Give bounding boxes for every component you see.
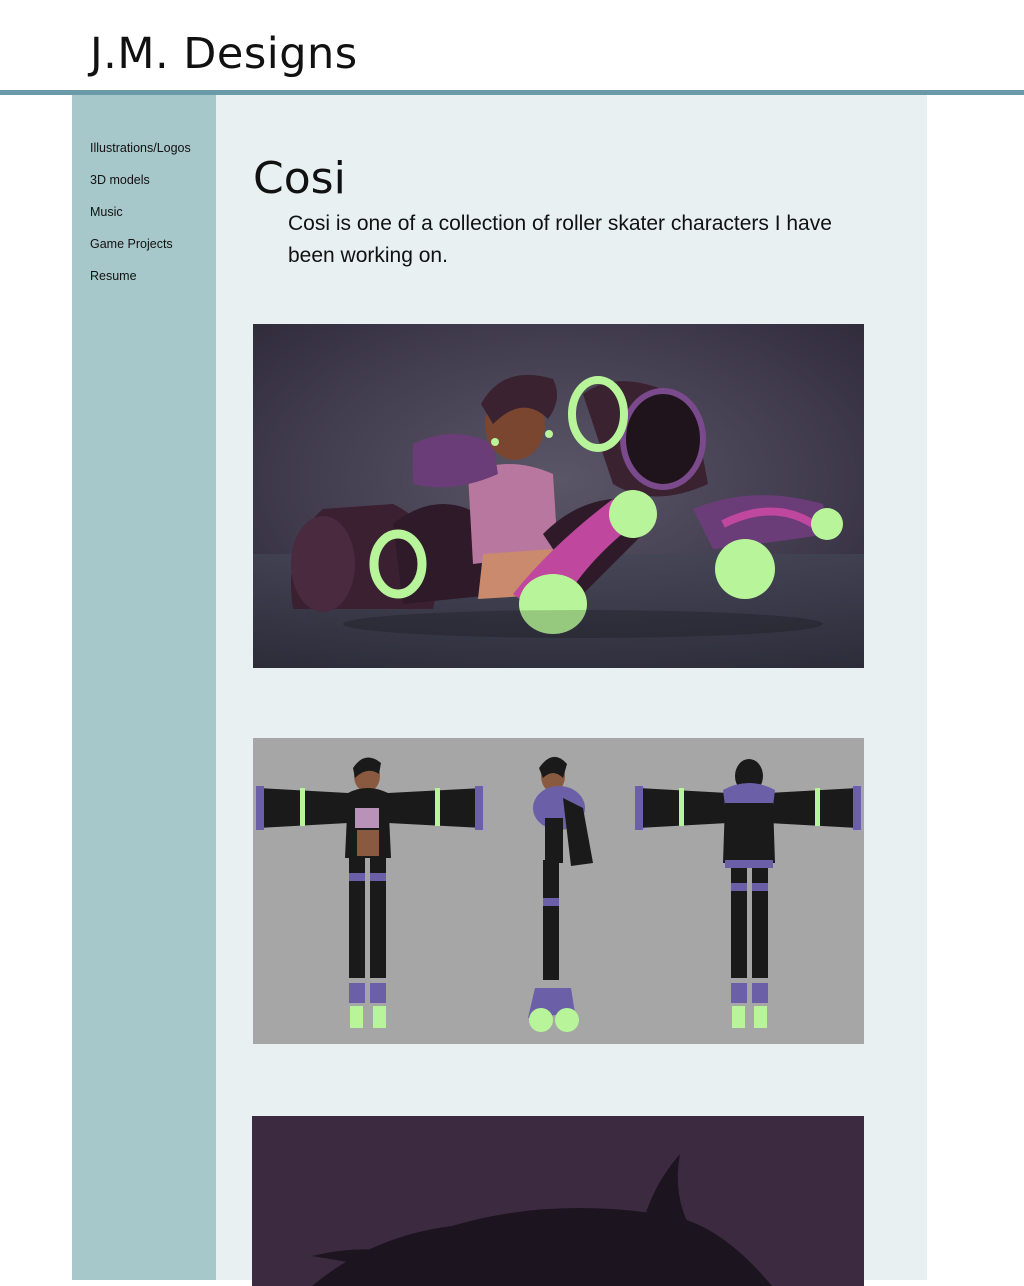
site-title[interactable]: J.M. Designs [90,28,358,80]
sidebar-nav: Illustrations/Logos 3D models Music Game… [90,139,191,299]
sidebar: Illustrations/Logos 3D models Music Game… [72,95,216,1280]
sidebar-item-3d-models[interactable]: 3D models [90,171,191,203]
character-closeup-image [252,1116,864,1286]
site-header: J.M. Designs [0,0,1024,90]
main-content: Cosi Cosi is one of a collection of roll… [216,95,927,1286]
sidebar-item-resume[interactable]: Resume [90,267,191,299]
sidebar-item-game-projects[interactable]: Game Projects [90,235,191,267]
page-title: Cosi [253,153,346,204]
character-render-pose [253,324,864,668]
character-turnaround [253,738,864,1044]
sidebar-item-illustrations-logos[interactable]: Illustrations/Logos [90,139,191,171]
sidebar-item-music[interactable]: Music [90,203,191,235]
character-closeup-render [252,1116,864,1286]
character-render-pose-image [253,324,864,668]
intro-text: Cosi is one of a collection of roller sk… [288,212,832,267]
character-turnaround-image [253,738,864,1044]
